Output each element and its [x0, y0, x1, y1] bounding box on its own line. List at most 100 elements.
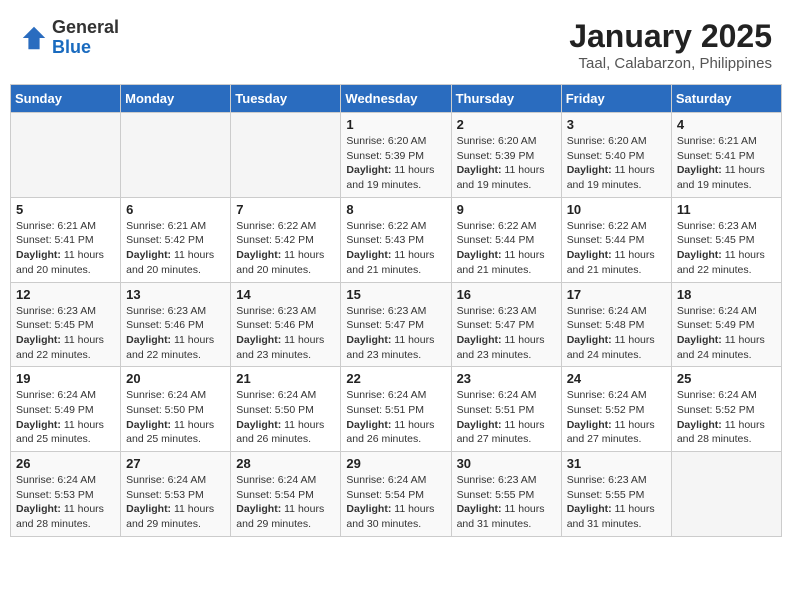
calendar-cell: 17 Sunrise: 6:24 AMSunset: 5:48 PMDayligh… [561, 282, 671, 367]
calendar-cell: 14 Sunrise: 6:23 AMSunset: 5:46 PMDayligh… [231, 282, 341, 367]
calendar-cell: 20Sunrise: 6:24 AMSunset: 5:50 PMDayligh… [121, 367, 231, 452]
day-number: 20 [126, 371, 225, 386]
calendar-cell: 25 Sunrise: 6:24 AMSunset: 5:52 PMDayligh… [671, 367, 781, 452]
day-number: 2 [457, 117, 556, 132]
day-number: 16 [457, 287, 556, 302]
day-number: 14 [236, 287, 335, 302]
day-info: Sunrise: 6:22 AMSunset: 5:44 PMDaylight:… [457, 219, 556, 278]
calendar-cell: 16 Sunrise: 6:23 AMSunset: 5:47 PMDayligh… [451, 282, 561, 367]
day-info: Sunrise: 6:20 AMSunset: 5:39 PMDaylight:… [457, 134, 556, 193]
calendar-cell: 1 Sunrise: 6:20 AMSunset: 5:39 PMDaylight… [341, 113, 451, 198]
calendar-cell: 18Sunrise: 6:24 AMSunset: 5:49 PMDayligh… [671, 282, 781, 367]
weekday-header-row: SundayMondayTuesdayWednesdayThursdayFrid… [11, 85, 782, 113]
day-info: Sunrise: 6:23 AMSunset: 5:46 PMDaylight:… [236, 304, 335, 363]
day-number: 23 [457, 371, 556, 386]
calendar-title: January 2025 [569, 18, 772, 55]
day-info: Sunrise: 6:22 AMSunset: 5:42 PMDaylight:… [236, 219, 335, 278]
calendar-cell: 7 Sunrise: 6:22 AMSunset: 5:42 PMDaylight… [231, 197, 341, 282]
day-number: 6 [126, 202, 225, 217]
calendar-cell: 6 Sunrise: 6:21 AMSunset: 5:42 PMDaylight… [121, 197, 231, 282]
logo-text: General Blue [52, 18, 119, 58]
calendar-cell: 13 Sunrise: 6:23 AMSunset: 5:46 PMDayligh… [121, 282, 231, 367]
calendar-cell: 5 Sunrise: 6:21 AMSunset: 5:41 PMDaylight… [11, 197, 121, 282]
day-number: 1 [346, 117, 445, 132]
calendar-week-row: 1 Sunrise: 6:20 AMSunset: 5:39 PMDaylight… [11, 113, 782, 198]
day-number: 29 [346, 456, 445, 471]
calendar-cell: 2 Sunrise: 6:20 AMSunset: 5:39 PMDaylight… [451, 113, 561, 198]
day-number: 17 [567, 287, 666, 302]
day-number: 13 [126, 287, 225, 302]
day-number: 24 [567, 371, 666, 386]
logo-icon [20, 24, 48, 52]
weekday-header-saturday: Saturday [671, 85, 781, 113]
calendar-cell: 23 Sunrise: 6:24 AMSunset: 5:51 PMDayligh… [451, 367, 561, 452]
calendar-cell: 15Sunrise: 6:23 AMSunset: 5:47 PMDayligh… [341, 282, 451, 367]
weekday-header-thursday: Thursday [451, 85, 561, 113]
day-info: Sunrise: 6:24 AMSunset: 5:54 PMDaylight:… [346, 473, 445, 532]
day-info: Sunrise: 6:22 AMSunset: 5:43 PMDaylight:… [346, 219, 445, 278]
calendar-cell: 26 Sunrise: 6:24 AMSunset: 5:53 PMDayligh… [11, 452, 121, 537]
weekday-header-sunday: Sunday [11, 85, 121, 113]
day-number: 9 [457, 202, 556, 217]
day-number: 18 [677, 287, 776, 302]
day-info: Sunrise: 6:23 AMSunset: 5:46 PMDaylight:… [126, 304, 225, 363]
calendar-week-row: 12 Sunrise: 6:23 AMSunset: 5:45 PMDayligh… [11, 282, 782, 367]
calendar-cell [671, 452, 781, 537]
day-number: 5 [16, 202, 115, 217]
calendar-cell: 19Sunrise: 6:24 AMSunset: 5:49 PMDayligh… [11, 367, 121, 452]
day-number: 25 [677, 371, 776, 386]
day-info: Sunrise: 6:24 AMSunset: 5:52 PMDaylight:… [677, 388, 776, 447]
logo-blue-text: Blue [52, 38, 119, 58]
day-info: Sunrise: 6:23 AMSunset: 5:55 PMDaylight:… [457, 473, 556, 532]
calendar-cell: 27Sunrise: 6:24 AMSunset: 5:53 PMDayligh… [121, 452, 231, 537]
weekday-header-wednesday: Wednesday [341, 85, 451, 113]
day-number: 12 [16, 287, 115, 302]
day-info: Sunrise: 6:24 AMSunset: 5:53 PMDaylight:… [16, 473, 115, 532]
day-number: 19 [16, 371, 115, 386]
calendar-cell: 10 Sunrise: 6:22 AMSunset: 5:44 PMDayligh… [561, 197, 671, 282]
day-info: Sunrise: 6:23 AMSunset: 5:47 PMDaylight:… [346, 304, 445, 363]
calendar-cell: 28Sunrise: 6:24 AMSunset: 5:54 PMDayligh… [231, 452, 341, 537]
calendar-cell [121, 113, 231, 198]
day-info: Sunrise: 6:23 AMSunset: 5:45 PMDaylight:… [16, 304, 115, 363]
calendar-cell: 24 Sunrise: 6:24 AMSunset: 5:52 PMDayligh… [561, 367, 671, 452]
day-number: 28 [236, 456, 335, 471]
day-info: Sunrise: 6:24 AMSunset: 5:51 PMDaylight:… [346, 388, 445, 447]
weekday-header-monday: Monday [121, 85, 231, 113]
day-number: 26 [16, 456, 115, 471]
calendar-cell: 8 Sunrise: 6:22 AMSunset: 5:43 PMDaylight… [341, 197, 451, 282]
calendar-cell: 21Sunrise: 6:24 AMSunset: 5:50 PMDayligh… [231, 367, 341, 452]
day-info: Sunrise: 6:23 AMSunset: 5:47 PMDaylight:… [457, 304, 556, 363]
calendar-week-row: 19Sunrise: 6:24 AMSunset: 5:49 PMDayligh… [11, 367, 782, 452]
day-info: Sunrise: 6:21 AMSunset: 5:42 PMDaylight:… [126, 219, 225, 278]
calendar-cell [231, 113, 341, 198]
calendar-week-row: 26 Sunrise: 6:24 AMSunset: 5:53 PMDayligh… [11, 452, 782, 537]
day-info: Sunrise: 6:20 AMSunset: 5:39 PMDaylight:… [346, 134, 445, 193]
calendar-cell: 3Sunrise: 6:20 AMSunset: 5:40 PMDaylight… [561, 113, 671, 198]
day-number: 8 [346, 202, 445, 217]
weekday-header-friday: Friday [561, 85, 671, 113]
day-number: 4 [677, 117, 776, 132]
title-block: January 2025 Taal, Calabarzon, Philippin… [569, 18, 772, 72]
day-number: 3 [567, 117, 666, 132]
logo: General Blue [20, 18, 119, 58]
day-info: Sunrise: 6:24 AMSunset: 5:50 PMDaylight:… [236, 388, 335, 447]
calendar-cell: 11Sunrise: 6:23 AMSunset: 5:45 PMDayligh… [671, 197, 781, 282]
day-number: 10 [567, 202, 666, 217]
day-info: Sunrise: 6:21 AMSunset: 5:41 PMDaylight:… [677, 134, 776, 193]
day-info: Sunrise: 6:21 AMSunset: 5:41 PMDaylight:… [16, 219, 115, 278]
calendar-cell: 29 Sunrise: 6:24 AMSunset: 5:54 PMDayligh… [341, 452, 451, 537]
calendar-cell [11, 113, 121, 198]
day-number: 7 [236, 202, 335, 217]
day-info: Sunrise: 6:22 AMSunset: 5:44 PMDaylight:… [567, 219, 666, 278]
calendar-cell: 22Sunrise: 6:24 AMSunset: 5:51 PMDayligh… [341, 367, 451, 452]
day-info: Sunrise: 6:24 AMSunset: 5:51 PMDaylight:… [457, 388, 556, 447]
calendar-cell: 30 Sunrise: 6:23 AMSunset: 5:55 PMDayligh… [451, 452, 561, 537]
day-info: Sunrise: 6:24 AMSunset: 5:52 PMDaylight:… [567, 388, 666, 447]
day-info: Sunrise: 6:24 AMSunset: 5:48 PMDaylight:… [567, 304, 666, 363]
calendar-cell: 12 Sunrise: 6:23 AMSunset: 5:45 PMDayligh… [11, 282, 121, 367]
day-number: 27 [126, 456, 225, 471]
day-number: 30 [457, 456, 556, 471]
calendar-cell: 9 Sunrise: 6:22 AMSunset: 5:44 PMDaylight… [451, 197, 561, 282]
calendar-week-row: 5 Sunrise: 6:21 AMSunset: 5:41 PMDaylight… [11, 197, 782, 282]
